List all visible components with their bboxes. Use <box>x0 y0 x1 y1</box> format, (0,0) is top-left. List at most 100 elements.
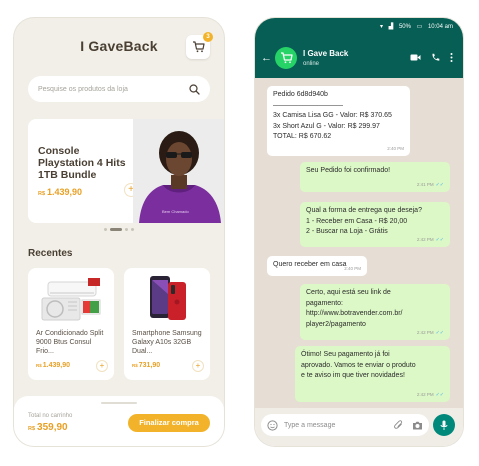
chat-header: ▾ ▟ 50% ▭ 10:04 am ← I Gave Back online <box>255 18 463 78</box>
total-value: R$ 359,90 <box>28 422 68 433</box>
read-receipt-icon: ✓✓ <box>435 236 444 243</box>
carousel-dot[interactable] <box>125 228 128 231</box>
status-bar: ▾ ▟ 50% ▭ 10:04 am <box>255 23 463 33</box>
message-line: e te aviso im que tiver novidades! <box>301 372 405 379</box>
contact-status: online <box>303 61 320 67</box>
product-price-value: 731,90 <box>138 362 161 369</box>
hero-currency: R$ <box>38 191 46 197</box>
product-card[interactable]: Smartphone Samsung Galaxy A10s 32GB Dual… <box>124 268 210 380</box>
more-options-icon[interactable] <box>450 53 453 62</box>
message-line: TOTAL: R$ 670.62 <box>273 133 332 140</box>
hero-price: R$ 1.439,90 <box>38 187 82 197</box>
hero-price-value: 1.439,90 <box>47 187 83 197</box>
payment-link[interactable]: http://www.botravender.com.br/ <box>306 309 444 320</box>
search-bar[interactable]: Pesquise os produtos da loja <box>28 76 210 102</box>
microphone-icon <box>440 420 448 430</box>
contact-name[interactable]: I Gave Back <box>303 49 348 58</box>
message-time: 2:40 PM <box>344 265 361 271</box>
message-time: 2:42 PM <box>416 329 434 335</box>
message-time: 2:42 PM <box>416 236 434 242</box>
product-image <box>124 272 210 324</box>
clock: 10:04 am <box>427 24 453 30</box>
header-actions <box>410 53 453 62</box>
message-line: aprovado. Vamos te enviar o produto <box>301 361 416 369</box>
cart-count-badge: 3 <box>203 32 213 42</box>
carousel-dot-active[interactable] <box>110 228 122 231</box>
hoodie-print: Bem Chamado <box>162 209 189 214</box>
back-arrow-icon[interactable]: ← <box>261 52 272 64</box>
model-photo: Bem Chamado <box>133 119 224 223</box>
camera-icon[interactable] <box>412 421 423 430</box>
total-amount: 359,90 <box>37 422 68 433</box>
phone-call-icon[interactable] <box>431 53 440 62</box>
microphone-button[interactable] <box>433 414 455 436</box>
cart-summary-bar: Total no carrinho R$ 359,90 Finalizar com… <box>14 396 224 446</box>
product-image <box>28 272 114 324</box>
message-line: Qual a forma de entrega que deseja? <box>306 207 422 214</box>
drag-handle[interactable] <box>101 402 137 404</box>
product-price-value: 1.439,90 <box>42 362 71 369</box>
add-to-cart-button[interactable]: + <box>192 360 204 372</box>
message-incoming: Pedido 6d8d940b —————————— 3x Camisa Lis… <box>267 86 410 156</box>
message-outgoing: Seu Pedido foi confirmado! 2:41 PM ✓✓ <box>300 162 450 192</box>
total-label: Total no carrinho <box>28 413 73 419</box>
message-time: 2:41 PM <box>416 181 434 187</box>
message-outgoing: Ótimo! Seu pagamento já foi aprovado. Va… <box>295 346 450 402</box>
carousel-dots <box>14 228 224 231</box>
attach-icon[interactable] <box>394 420 404 430</box>
message-input[interactable]: Type a message <box>261 414 429 436</box>
message-time: 2:42 PM <box>416 391 434 397</box>
hero-product-image: Bem Chamado <box>133 119 224 223</box>
contact-avatar[interactable] <box>275 47 297 69</box>
message-line: Certo, aqui está seu link de <box>306 289 391 296</box>
message-line: 3x Short Azul G - Valor: R$ 299.97 <box>273 122 380 130</box>
read-receipt-icon: ✓✓ <box>435 391 444 398</box>
cart-icon <box>192 41 205 53</box>
message-line: 3x Camisa Lisa GG - Valor: R$ 370.65 <box>273 112 392 119</box>
search-icon[interactable] <box>189 83 200 95</box>
product-price: R$731,90 <box>132 362 160 369</box>
store-app-phone: I GaveBack 3 Pesquise os produtos da loj… <box>14 18 224 446</box>
total-currency: R$ <box>28 426 36 432</box>
store-header: I GaveBack 3 <box>14 18 224 78</box>
checkout-button[interactable]: Finalizar compra <box>128 414 210 432</box>
message-time: 2:40 PM <box>387 145 404 151</box>
product-price: R$1.439,90 <box>36 362 70 369</box>
search-input[interactable]: Pesquise os produtos da loja <box>38 86 189 93</box>
message-time-wrapper: 2:42 PM ✓✓ <box>417 390 444 401</box>
read-receipt-icon: ✓✓ <box>435 329 444 336</box>
smartphone-image <box>150 276 186 320</box>
cart-icon <box>280 52 293 64</box>
video-call-icon[interactable] <box>410 53 421 62</box>
signal-icon: ▟ <box>388 24 394 30</box>
product-currency: R$ <box>36 363 42 368</box>
add-to-cart-button[interactable]: + <box>96 360 108 372</box>
cart-button[interactable]: 3 <box>186 32 213 59</box>
product-name: Smartphone Samsung Galaxy A10s 32GB Dual… <box>132 330 202 355</box>
message-time-wrapper: 2:42 PM ✓✓ <box>417 235 444 246</box>
read-receipt-icon: ✓✓ <box>435 181 444 188</box>
message-outgoing: Certo, aqui está seu link de pagamento: … <box>300 284 450 340</box>
chat-area[interactable]: Pedido 6d8d940b —————————— 3x Camisa Lis… <box>255 78 463 408</box>
battery-icon: ▭ <box>416 24 423 30</box>
message-time-wrapper: 2:41 PM ✓✓ <box>417 180 444 191</box>
battery-percent: 50% <box>398 24 411 30</box>
product-card[interactable]: Ar Condicionado Split 9000 Btus Consul F… <box>28 268 114 380</box>
message-incoming: Quero receber em casa 2:40 PM <box>267 256 367 276</box>
message-line: —————————— <box>273 101 343 109</box>
section-title-recent: Recentes <box>28 248 73 259</box>
product-currency: R$ <box>132 363 138 368</box>
stage: I GaveBack 3 Pesquise os produtos da loj… <box>0 0 479 466</box>
message-time-wrapper: 2:42 PM ✓✓ <box>417 328 444 339</box>
wifi-icon: ▾ <box>379 24 383 30</box>
carousel-dot[interactable] <box>104 228 107 231</box>
emoji-icon[interactable] <box>267 419 278 431</box>
hero-product-title: Console Playstation 4 Hits 1TB Bundle <box>38 145 126 181</box>
message-line: Pedido 6d8d940b <box>273 91 328 98</box>
air-conditioner-image <box>41 278 101 321</box>
whatsapp-phone: ▾ ▟ 50% ▭ 10:04 am ← I Gave Back online <box>255 18 463 446</box>
message-line: Ótimo! Seu pagamento já foi <box>301 351 390 358</box>
carousel-dot[interactable] <box>131 228 134 231</box>
hero-banner[interactable]: Console Playstation 4 Hits 1TB Bundle R$… <box>28 119 224 223</box>
message-placeholder[interactable]: Type a message <box>284 422 394 429</box>
